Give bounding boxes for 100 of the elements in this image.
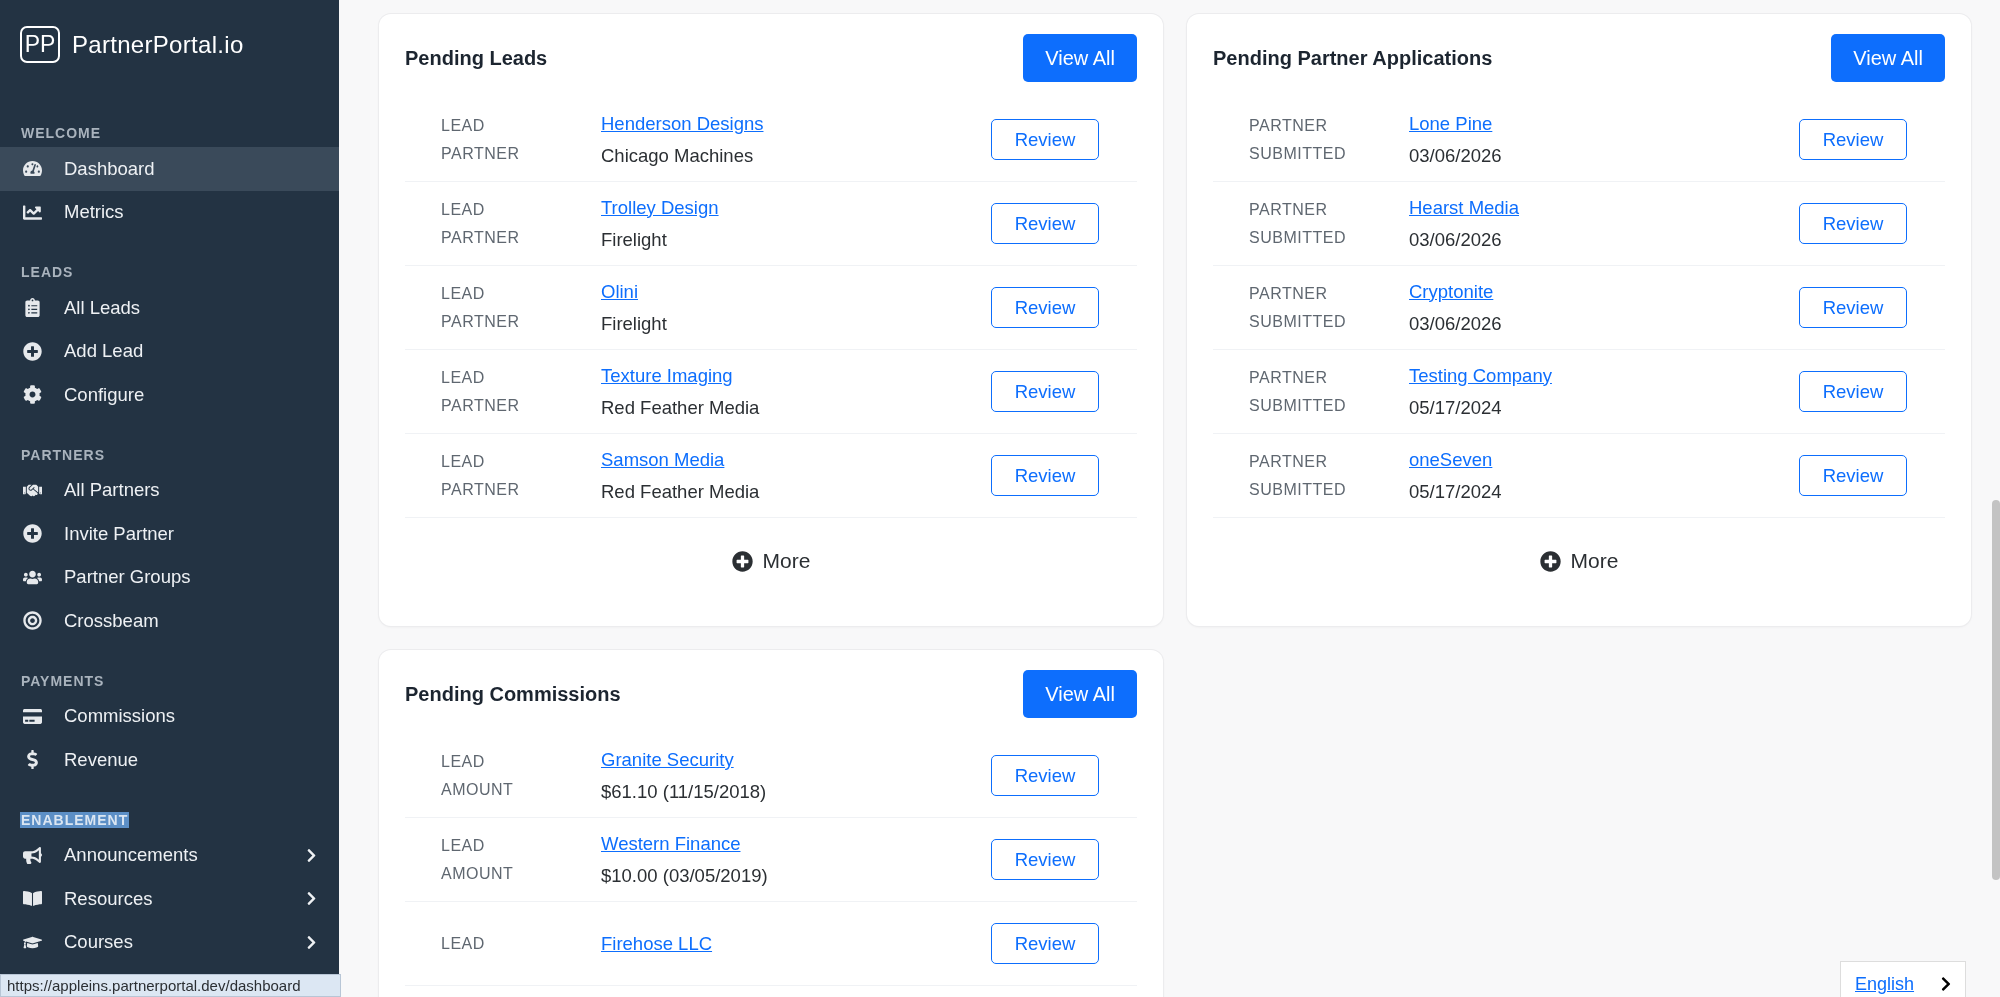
book-icon (22, 889, 42, 909)
card-title: Pending Partner Applications (1213, 46, 1493, 70)
field-label: SUBMITTED (1249, 480, 1347, 499)
field-label: PARTNER (1249, 116, 1329, 135)
record-link[interactable]: Samson Media (601, 448, 725, 471)
field-value: $10.00 (03/05/2019) (601, 864, 769, 887)
sidebar-item[interactable]: Revenue (0, 738, 339, 782)
field-label: SUBMITTED (1249, 312, 1347, 331)
field-label: PARTNER (441, 144, 521, 163)
field-label: AMOUNT (441, 864, 515, 883)
sidebar-item[interactable]: All Leads (0, 286, 339, 330)
language-selector[interactable]: English (1840, 961, 1966, 997)
review-button[interactable]: Review (991, 455, 1099, 496)
field-label: LEAD (441, 284, 486, 303)
review-button[interactable]: Review (1799, 119, 1907, 160)
view-all-button[interactable]: View All (1023, 34, 1137, 82)
sidebar-item[interactable]: Invite Partner (0, 512, 339, 556)
field-label: LEAD (441, 452, 486, 471)
field-value: Firelight (601, 228, 668, 251)
target-icon (22, 611, 42, 631)
section-heading: WELCOME (20, 125, 103, 141)
record-link[interactable]: Cryptonite (1409, 280, 1494, 303)
field-value: 05/17/2024 (1409, 480, 1503, 503)
sidebar-item[interactable]: Courses (0, 920, 339, 964)
review-button[interactable]: Review (991, 287, 1099, 328)
section-heading: ENABLEMENT (20, 811, 130, 828)
record-link[interactable]: Hearst Media (1409, 196, 1519, 219)
field-label: AMOUNT (441, 780, 515, 799)
field-value: Red Feather Media (601, 480, 761, 503)
record-link[interactable]: Lone Pine (1409, 112, 1493, 135)
review-button[interactable]: Review (991, 755, 1099, 796)
record-link[interactable]: Henderson Designs (601, 112, 764, 135)
field-label: SUBMITTED (1249, 396, 1347, 415)
field-label: PARTNER (441, 312, 521, 331)
scrollbar-thumb[interactable] (1992, 500, 2000, 880)
review-button[interactable]: Review (991, 119, 1099, 160)
sidebar-item[interactable]: Resources (0, 877, 339, 921)
field-label: LEAD (441, 200, 486, 219)
field-value: $61.10 (11/15/2018) (601, 780, 768, 803)
sidebar-item[interactable]: Crossbeam (0, 599, 339, 643)
sidebar-item[interactable]: Dashboard (0, 147, 339, 191)
record-link[interactable]: Olini (601, 280, 638, 303)
record-link[interactable]: Texture Imaging (601, 364, 733, 387)
sidebar-item[interactable]: Metrics (0, 190, 339, 234)
card-title: Pending Commissions (405, 682, 621, 706)
logo-mark: PP (20, 26, 60, 63)
field-label: PARTNER (441, 480, 521, 499)
view-all-button[interactable]: View All (1831, 34, 1945, 82)
card-title: Pending Leads (405, 46, 548, 70)
brand-name: PartnerPortal.io (72, 30, 244, 59)
sidebar-item[interactable]: Configure (0, 373, 339, 417)
review-button[interactable]: Review (991, 923, 1099, 964)
status-url: https://appleins.partnerportal.dev/dashboard (0, 974, 341, 997)
sidebar-item[interactable]: Add Lead (0, 329, 339, 373)
review-button[interactable]: Review (991, 203, 1099, 244)
field-label: LEAD (441, 836, 486, 855)
field-label: PARTNER (1249, 452, 1329, 471)
settings-icon (22, 385, 42, 405)
section-heading: PAYMENTS (20, 672, 106, 689)
record-link[interactable]: Granite Security (601, 748, 734, 771)
sidebar-item[interactable]: Announcements (0, 833, 339, 877)
record-link[interactable]: Trolley Design (601, 196, 719, 219)
field-label: PARTNER (1249, 368, 1329, 387)
section-heading: LEADS (20, 264, 75, 280)
field-label: PARTNER (441, 396, 521, 415)
field-value: 05/17/2024 (1409, 396, 1503, 419)
record-link[interactable]: Firehose LLC (601, 932, 713, 955)
field-label: LEAD (441, 116, 486, 135)
review-button[interactable]: Review (1799, 287, 1907, 328)
more-button[interactable]: More (1533, 548, 1625, 574)
language-link[interactable]: English (1855, 973, 1915, 995)
field-value: 03/06/2026 (1409, 144, 1503, 167)
sidebar-item[interactable]: Commissions (0, 694, 339, 738)
field-label: LEAD (441, 934, 486, 953)
sidebar-item[interactable]: Partner Groups (0, 555, 339, 599)
record-link[interactable]: oneSeven (1409, 448, 1493, 471)
section-heading: PARTNERS (20, 446, 106, 463)
record-link[interactable]: Western Finance (601, 832, 741, 855)
field-value: Chicago Machines (601, 144, 755, 167)
review-button[interactable]: Review (1799, 371, 1907, 412)
clipboard-icon (22, 298, 42, 318)
field-value: Firelight (601, 312, 668, 335)
record-link[interactable]: Testing Company (1409, 364, 1552, 387)
field-label: PARTNER (441, 228, 521, 247)
view-all-button[interactable]: View All (1023, 670, 1137, 718)
field-label: LEAD (441, 368, 486, 387)
field-value: 03/06/2026 (1409, 228, 1503, 251)
sidebar-item[interactable]: All Partners (0, 468, 339, 512)
field-value: Red Feather Media (601, 396, 761, 419)
megaphone-icon (22, 845, 42, 865)
field-label: SUBMITTED (1249, 144, 1347, 163)
field-value: 03/06/2026 (1409, 312, 1503, 335)
field-label: LEAD (441, 752, 486, 771)
more-button[interactable]: More (725, 548, 817, 574)
gauge-icon (22, 159, 42, 179)
review-button[interactable]: Review (1799, 455, 1907, 496)
review-button[interactable]: Review (1799, 203, 1907, 244)
review-button[interactable]: Review (991, 371, 1099, 412)
review-button[interactable]: Review (991, 839, 1099, 880)
chart-icon (22, 202, 42, 222)
